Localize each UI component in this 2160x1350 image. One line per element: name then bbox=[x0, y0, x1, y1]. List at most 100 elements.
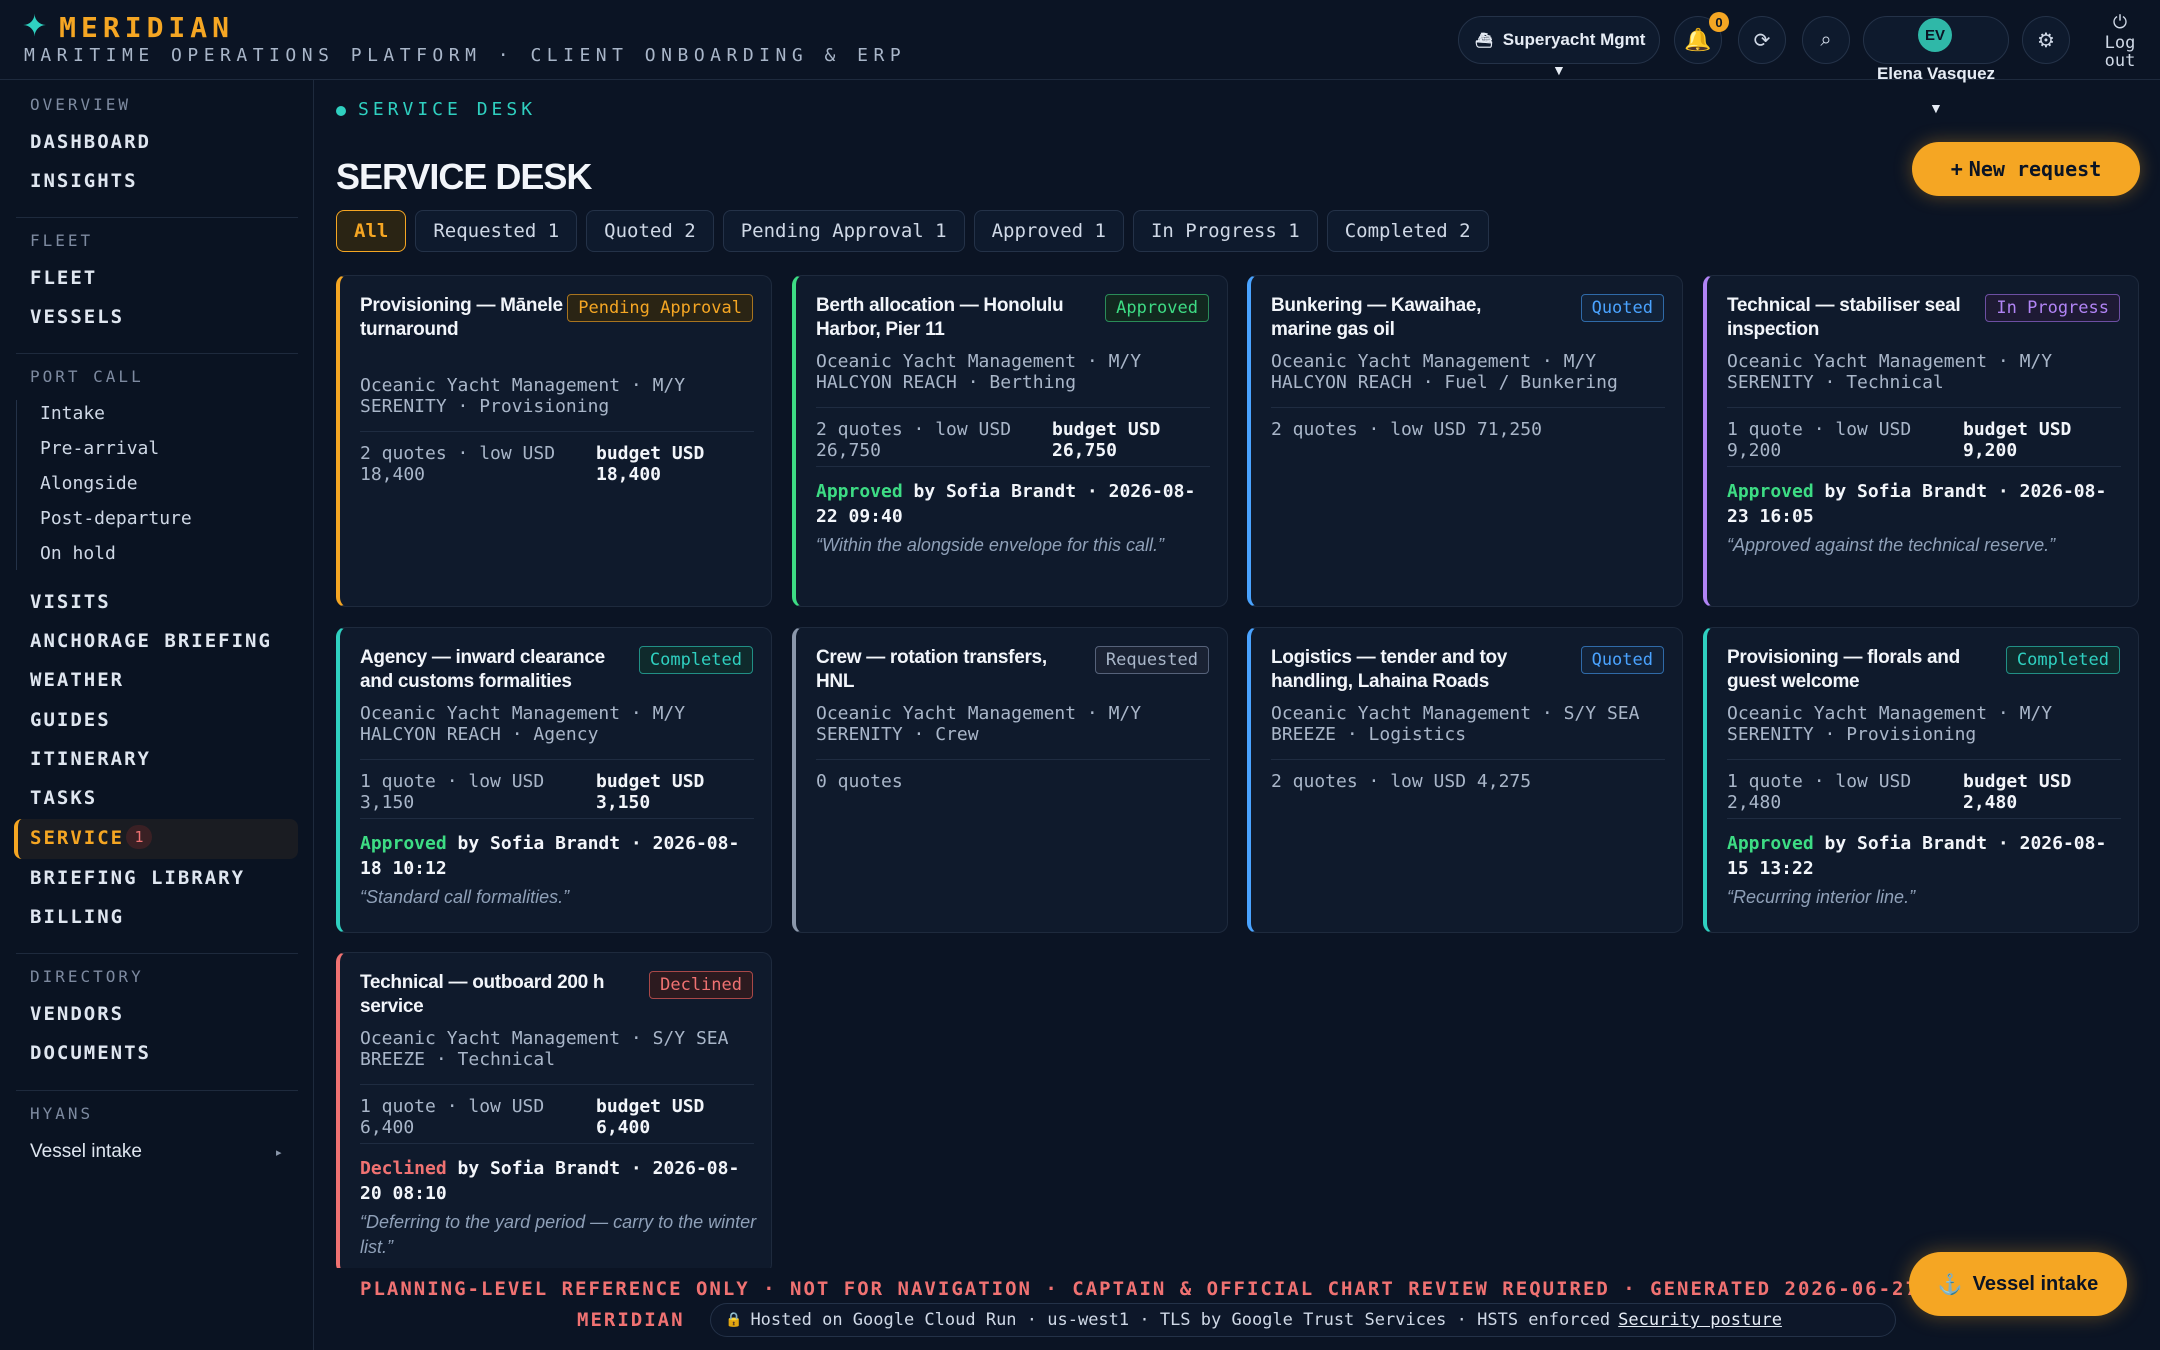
subnav-rail bbox=[16, 400, 17, 570]
sidebar-item-vendors[interactable]: VENDORS bbox=[30, 1003, 124, 1025]
section-hyans: HYANS bbox=[30, 1104, 94, 1123]
request-card[interactable]: Berth allocation — Honolulu Harbor, Pier… bbox=[792, 275, 1228, 607]
card-divider bbox=[1271, 759, 1665, 760]
card-budget: budget USD 3,150 bbox=[596, 771, 705, 813]
divider bbox=[16, 953, 298, 954]
card-divider bbox=[1727, 407, 2121, 408]
sidebar-item-briefing-library[interactable]: BRIEFING LIBRARY bbox=[30, 867, 245, 889]
user-name[interactable]: Elena Vasquez bbox=[1860, 64, 2012, 84]
divider bbox=[16, 1090, 298, 1091]
lock-icon: 🔒 bbox=[725, 1312, 743, 1328]
filter-requested[interactable]: Requested 1 bbox=[415, 210, 578, 252]
decision-verb: Approved bbox=[360, 833, 447, 854]
ship-icon: ⛴ bbox=[1475, 31, 1493, 48]
sidebar-item-fleet[interactable]: FLEET bbox=[30, 267, 97, 289]
card-meta: Oceanic Yacht Management · M/Y HALCYON R… bbox=[816, 351, 1142, 393]
logout-icon: ⏻ bbox=[2112, 12, 2128, 33]
sidebar-item-billing[interactable]: BILLING bbox=[30, 906, 124, 928]
divider bbox=[16, 217, 298, 218]
card-meta: Oceanic Yacht Management · M/Y SERENITY … bbox=[816, 703, 1142, 745]
sidebar-item-post-departure[interactable]: Post-departure bbox=[40, 508, 192, 529]
sidebar-item-tasks[interactable]: TASKS bbox=[30, 787, 97, 809]
brand[interactable]: ✦ MERIDIAN bbox=[22, 10, 234, 44]
sidebar-item-guides[interactable]: GUIDES bbox=[30, 709, 111, 731]
user-chevron-down-icon[interactable]: ▼ bbox=[1929, 100, 1943, 116]
filter-all[interactable]: All bbox=[336, 210, 407, 252]
top-bar: ✦ MERIDIAN MARITIME OPERATIONS PLATFORM … bbox=[0, 0, 2160, 83]
card-quotes: 2 quotes · low USD 71,250 bbox=[1271, 419, 1542, 440]
card-divider bbox=[1727, 466, 2121, 467]
decision-verb: Approved bbox=[1727, 833, 1814, 854]
sidebar-item-visits[interactable]: VISITS bbox=[30, 591, 111, 613]
sidebar-item-insights[interactable]: INSIGHTS bbox=[30, 170, 138, 192]
logout-button[interactable]: ⏻ Log out bbox=[2090, 12, 2150, 71]
card-budget: budget USD 26,750 bbox=[1052, 419, 1161, 461]
refresh-icon: ⟳ bbox=[1753, 29, 1771, 52]
request-card[interactable]: Crew — rotation transfers, HNL Requested… bbox=[792, 627, 1228, 933]
gear-icon: ⚙ bbox=[2037, 29, 2055, 52]
card-meta: Oceanic Yacht Management · M/Y HALCYON R… bbox=[360, 703, 686, 745]
card-divider bbox=[816, 407, 1210, 408]
brand-name: MERIDIAN bbox=[59, 10, 234, 44]
anchor-icon: ⚓ bbox=[1937, 1273, 1963, 1296]
sidebar-item-vessel-intake[interactable]: Vessel intake bbox=[30, 1141, 142, 1163]
card-quotes: 2 quotes · low USD 4,275 bbox=[1271, 771, 1532, 792]
card-title: Berth allocation — Honolulu Harbor, Pier… bbox=[816, 295, 1064, 340]
request-card[interactable]: Technical — stabiliser seal inspection I… bbox=[1703, 275, 2139, 607]
request-card[interactable]: Provisioning — florals and guest welcome… bbox=[1703, 627, 2139, 933]
chevron-down-icon[interactable]: ▼ bbox=[1552, 62, 1566, 78]
navigation-disclaimer: PLANNING-LEVEL REFERENCE ONLY · NOT FOR … bbox=[360, 1278, 1919, 1300]
sidebar-item-vessels[interactable]: VESSELS bbox=[30, 306, 124, 328]
hosting-info: 🔒 Hosted on Google Cloud Run · us-west1 … bbox=[710, 1303, 1896, 1337]
request-card[interactable]: Bunkering — Kawaihae, marine gas oil Quo… bbox=[1247, 275, 1683, 607]
refresh-button[interactable]: ⟳ bbox=[1738, 16, 1786, 64]
vessel-intake-button[interactable]: ⚓ Vessel intake bbox=[1909, 1252, 2127, 1316]
avatar[interactable]: EV bbox=[1918, 18, 1952, 52]
request-card[interactable]: Logistics — tender and toy handling, Lah… bbox=[1247, 627, 1683, 933]
notifications-badge: 0 bbox=[1709, 12, 1729, 32]
sidebar-item-on-hold[interactable]: On hold bbox=[40, 543, 116, 564]
sidebar-item-alongside[interactable]: Alongside bbox=[40, 473, 138, 494]
workspace-label: Superyacht Mgmt bbox=[1502, 30, 1646, 49]
status-badge: Quoted bbox=[1580, 294, 1664, 322]
divider bbox=[16, 353, 298, 354]
sidebar-item-anchorage-briefing[interactable]: ANCHORAGE BRIEFING bbox=[30, 630, 272, 652]
decision-verb: Approved bbox=[816, 481, 903, 502]
security-posture-link[interactable]: Security posture bbox=[1618, 1310, 1782, 1330]
status-badge: Quoted bbox=[1580, 646, 1664, 674]
request-card[interactable]: Provisioning — Mānele Bay turnaround Pen… bbox=[336, 275, 772, 607]
status-badge: Completed bbox=[638, 646, 753, 674]
sidebar-item-itinerary[interactable]: ITINERARY bbox=[30, 748, 151, 770]
section-port-call: PORT CALL bbox=[30, 367, 144, 386]
settings-button[interactable]: ⚙ bbox=[2022, 16, 2070, 64]
card-meta: Oceanic Yacht Management · M/Y SERENITY … bbox=[360, 375, 686, 417]
section-overview: OVERVIEW bbox=[30, 95, 132, 114]
card-decision: Approved by Sofia Brandt · 2026-08-22 09… bbox=[816, 479, 1216, 529]
sidebar-item-intake[interactable]: Intake bbox=[40, 403, 105, 424]
card-divider bbox=[360, 818, 754, 819]
filter-in-progress[interactable]: In Progress 1 bbox=[1132, 210, 1318, 252]
filter-completed[interactable]: Completed 2 bbox=[1326, 210, 1489, 252]
new-request-button[interactable]: + New request bbox=[1912, 142, 2140, 196]
workspace-select[interactable]: ⛴ Superyacht Mgmt bbox=[1458, 16, 1660, 64]
sidebar-item-weather[interactable]: WEATHER bbox=[30, 669, 124, 691]
filter-approved[interactable]: Approved 1 bbox=[973, 210, 1124, 252]
card-budget: budget USD 6,400 bbox=[596, 1096, 705, 1138]
vessel-intake-label: Vessel intake bbox=[1972, 1272, 2099, 1295]
filter-pending-approval[interactable]: Pending Approval 1 bbox=[722, 210, 965, 252]
card-title: Technical — stabiliser seal inspection bbox=[1727, 295, 1961, 340]
request-card[interactable]: Agency — inward clearance and customs fo… bbox=[336, 627, 772, 933]
card-title: Agency — inward clearance and customs fo… bbox=[360, 647, 605, 692]
status-badge: Requested bbox=[1094, 646, 1209, 674]
card-title: Bunkering — Kawaihae, marine gas oil bbox=[1271, 295, 1482, 340]
card-quotes: 1 quote · low USD 6,400 bbox=[360, 1096, 545, 1138]
plus-icon: + bbox=[1950, 157, 1963, 181]
sidebar-item-documents[interactable]: DOCUMENTS bbox=[30, 1042, 151, 1064]
sidebar-item-dashboard[interactable]: DASHBOARD bbox=[30, 131, 151, 153]
status-badge: In Progress bbox=[1985, 294, 2120, 322]
search-button[interactable]: ⌕ bbox=[1802, 16, 1850, 64]
sidebar-item-pre-arrival[interactable]: Pre-arrival bbox=[40, 438, 159, 459]
card-quotes: 0 quotes bbox=[816, 771, 903, 792]
filter-quoted[interactable]: Quoted 2 bbox=[586, 210, 714, 252]
request-card[interactable]: Technical — outboard 200 h service Decli… bbox=[336, 952, 772, 1274]
